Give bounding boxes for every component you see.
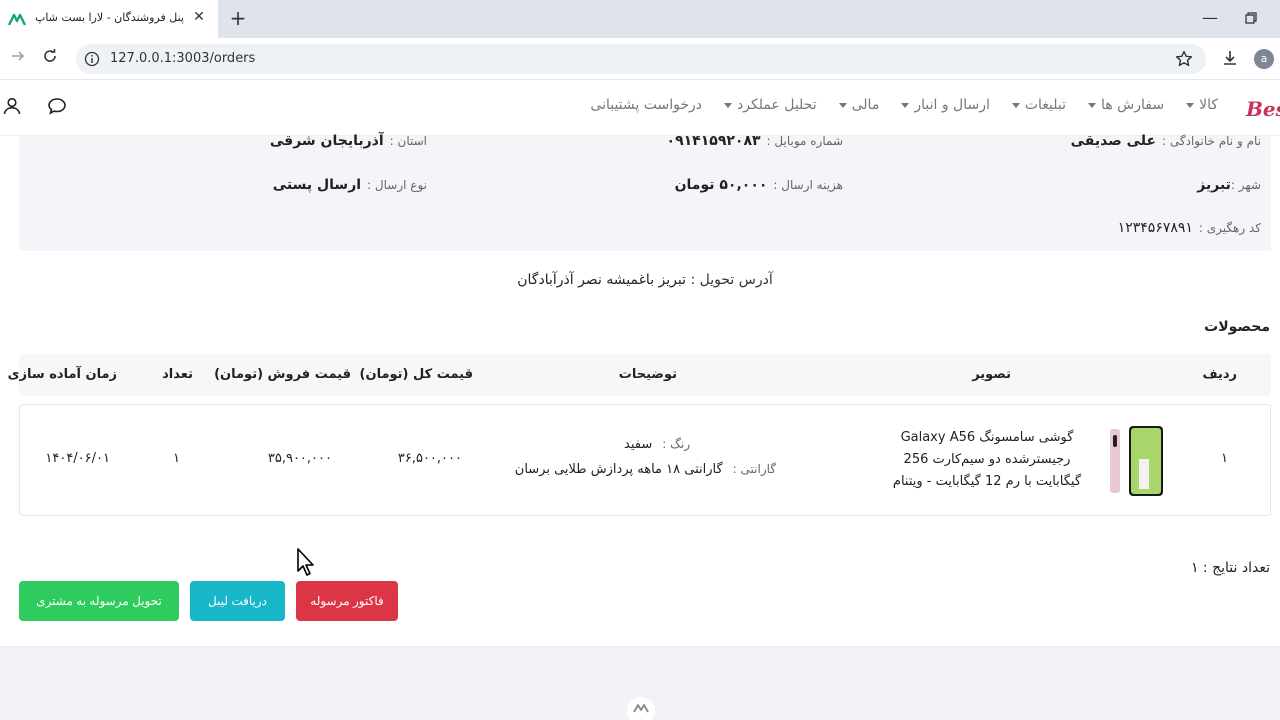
download-icon[interactable] xyxy=(1220,48,1240,68)
quantity: ۱ xyxy=(173,451,180,466)
delivery-address: آدرس تحویل : تبریز باغمیشه نصر آذرآبادگا… xyxy=(517,272,773,288)
profile-avatar[interactable]: a xyxy=(1254,49,1274,69)
new-tab-button[interactable]: + xyxy=(226,6,250,30)
chevron-down-icon xyxy=(1088,102,1097,108)
nav-item-analytics[interactable]: تحلیل عملکرد xyxy=(724,97,817,113)
chevron-down-icon xyxy=(1186,102,1195,108)
site-info-icon[interactable] xyxy=(84,51,100,67)
nav-item-ads[interactable]: تبلیغات xyxy=(1011,97,1066,113)
nav-item-orders[interactable]: سفارش ها xyxy=(1088,97,1164,113)
bookmark-star-icon[interactable] xyxy=(1174,49,1194,69)
app-favicon-icon xyxy=(7,11,27,27)
nav-item-shipping[interactable]: ارسال و انبار xyxy=(901,97,990,113)
bestshop-logo[interactable]: BestS xyxy=(1244,90,1280,126)
deliver-to-customer-button[interactable]: تحویل مرسوله به مشتری xyxy=(19,581,179,621)
table-row: ۱ گوشی سامسونگ Galaxy A56 رجیسترشده دو س… xyxy=(19,404,1271,516)
shipment-invoice-button[interactable]: فاکتور مرسوله xyxy=(296,581,398,621)
result-count: تعداد نتایج : ۱ xyxy=(1190,560,1270,576)
product-name: گوشی سامسونگ Galaxy A56 رجیسترشده دو سیم… xyxy=(892,430,1082,489)
customer-city: شهر :تبریز xyxy=(1197,177,1261,193)
browser-toolbar: 127.0.0.1:3003/orders a xyxy=(0,38,1280,80)
products-heading: محصولات xyxy=(1204,319,1270,335)
col-sale-price: قیمت فروش (تومان) xyxy=(214,367,351,382)
product-image[interactable] xyxy=(1109,425,1165,497)
reload-icon[interactable] xyxy=(40,48,60,68)
col-quantity: تعداد xyxy=(162,367,193,382)
chevron-down-icon xyxy=(838,102,847,108)
shipping-type: نوع ارسال :ارسال پستی xyxy=(272,177,427,193)
nav-item-finance[interactable]: مالی xyxy=(838,97,879,113)
col-total-price: قیمت کل (تومان) xyxy=(359,367,473,382)
total-price: ۳۶,۵۰۰,۰۰۰ xyxy=(397,451,462,466)
chat-bubble-icon[interactable] xyxy=(47,96,67,116)
col-prep-time: زمان آماده سازی xyxy=(7,367,117,382)
customer-province: استان :آذربایجان شرقی xyxy=(269,133,427,149)
app-header: BestS کالا سفارش ها تبلیغات ارسال و انبا… xyxy=(0,80,1280,136)
row-number: ۱ xyxy=(1221,451,1228,466)
sale-price: ۳۵,۹۰۰,۰۰۰ xyxy=(267,451,332,466)
get-label-button[interactable]: دریافت لیبل xyxy=(190,581,285,621)
tab-close-icon[interactable]: ✕ xyxy=(190,9,208,25)
customer-name: نام و نام خانوادگی :علی صدیقی xyxy=(1070,133,1261,149)
main-nav: کالا سفارش ها تبلیغات ارسال و انبار مالی… xyxy=(568,97,1218,113)
col-row: ردیف xyxy=(1202,367,1237,382)
col-image: تصویر xyxy=(972,367,1011,382)
order-details-card: نام و نام خانوادگی :علی صدیقی شماره موبا… xyxy=(0,133,1280,646)
col-description: توضیحات xyxy=(618,367,677,382)
chevron-down-icon xyxy=(901,102,910,108)
browser-tab[interactable]: پنل فروشندگان - لارا بست شاپ ✕ xyxy=(0,0,218,38)
browser-tab-strip: پنل فروشندگان - لارا بست شاپ ✕ + — xyxy=(0,0,1280,38)
mouse-cursor-icon xyxy=(296,547,316,577)
customer-mobile: شماره موبایل :۰۹۱۴۱۵۹۲۰۸۳ xyxy=(666,133,843,149)
products-table-header: ردیف تصویر توضیحات قیمت کل (تومان) قیمت … xyxy=(8,354,1271,396)
minimize-window-button[interactable]: — xyxy=(1200,8,1220,28)
tab-title: پنل فروشندگان - لارا بست شاپ xyxy=(34,11,184,24)
chevron-down-icon xyxy=(1011,102,1020,108)
nav-item-support[interactable]: درخواست پشتیبانی xyxy=(590,97,702,113)
customer-info-box: نام و نام خانوادگی :علی صدیقی شماره موبا… xyxy=(19,133,1271,251)
address-bar[interactable]: 127.0.0.1:3003/orders xyxy=(76,44,1206,74)
nav-item-products[interactable]: کالا xyxy=(1186,97,1218,113)
tracking-code: کد رهگیری :۱۲۳۴۵۶۷۸۹۱ xyxy=(1117,220,1261,236)
logo-text: BestS xyxy=(1245,97,1280,121)
product-warranty: گارانتی :گارانتی ۱۸ ماهه پردازش طلایی بر… xyxy=(514,462,776,477)
user-icon[interactable] xyxy=(2,96,22,116)
shipping-cost: هزینه ارسال :۵۰,۰۰۰ تومان xyxy=(674,177,843,193)
restore-window-button[interactable] xyxy=(1243,10,1259,26)
url-text: 127.0.0.1:3003/orders xyxy=(110,51,256,66)
prep-time: ۱۴۰۴/۰۶/۰۱ xyxy=(45,451,110,466)
product-color: رنگ :سفید xyxy=(624,437,690,452)
app-footer-logo-icon xyxy=(627,697,655,720)
chevron-down-icon xyxy=(724,102,732,108)
forward-arrow-icon[interactable] xyxy=(8,48,28,68)
